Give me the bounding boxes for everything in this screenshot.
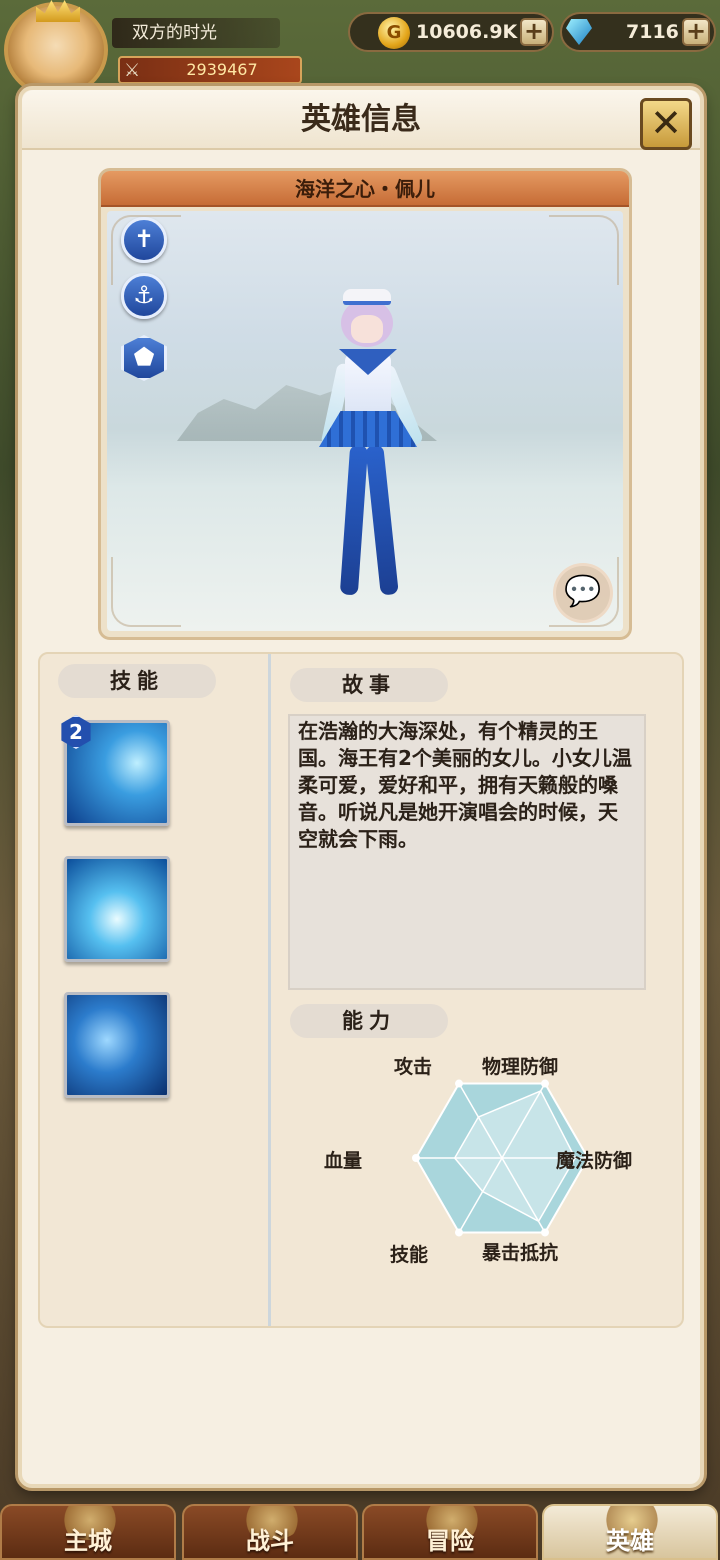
radar-label-crit-resist: 暴击抵抗: [482, 1242, 559, 1264]
radar-vertex-dot: [412, 1154, 420, 1162]
hero-scene[interactable]: ✝ ⚓ ⬟ 💬: [107, 211, 623, 631]
add-gold-button[interactable]: +: [520, 18, 548, 46]
add-gems-button[interactable]: +: [682, 18, 710, 46]
nav-label: 战斗: [246, 1527, 294, 1555]
crown-icon: [36, 0, 80, 22]
nav-label: 主城: [64, 1527, 112, 1555]
power-display: ⚔ 2939467: [118, 56, 302, 84]
hero-leg: [339, 444, 369, 596]
nav-main-city[interactable]: 主城: [0, 1504, 176, 1560]
radar-vertex-dot: [455, 1079, 463, 1088]
bottom-navigation: 主城 战斗 冒险 英雄: [0, 1494, 720, 1560]
gold-value: 10606.9K: [416, 21, 518, 43]
gem-value: 7116: [626, 21, 679, 43]
hero-character-model[interactable]: [307, 271, 427, 621]
nav-battle[interactable]: 战斗: [182, 1504, 358, 1560]
radar-label-hp: 血量: [324, 1150, 363, 1172]
hero-leg: [365, 444, 399, 596]
nav-adventure[interactable]: 冒险: [362, 1504, 538, 1560]
sailor-hat: [343, 289, 391, 305]
nav-label: 英雄: [606, 1527, 654, 1555]
power-value: 2939467: [186, 60, 258, 79]
cross-icon[interactable]: ✝: [121, 217, 167, 263]
hero-showcase: 海洋之心・佩儿 ✝ ⚓ ⬟ 💬: [98, 168, 632, 640]
chat-bubble-icon[interactable]: 💬: [553, 563, 613, 623]
skill-slot-2[interactable]: [64, 856, 170, 962]
panel-title: 英雄信息: [22, 90, 700, 150]
hero-face: [351, 315, 383, 343]
radar-vertex-dot: [455, 1228, 463, 1237]
radar-label-skill: 技能: [390, 1244, 429, 1266]
crossed-swords-icon: ⚔: [124, 60, 141, 81]
column-divider: [268, 654, 271, 1326]
nav-hero[interactable]: 英雄: [542, 1504, 718, 1560]
frame-corner-ornament: [111, 557, 181, 627]
skill-slot-3[interactable]: [64, 992, 170, 1098]
skill-slot-1[interactable]: 2: [61, 715, 170, 826]
story-header: 故事: [290, 668, 448, 702]
player-name: 双方的时光: [112, 18, 280, 48]
skill-level-badge: 2: [61, 715, 91, 749]
player-avatar[interactable]: [4, 0, 108, 98]
hero-info-panel: 英雄信息 ✕ 海洋之心・佩儿 ✝ ⚓ ⬟ 💬 技能 2 故事 在浩瀚的大海深处，…: [18, 86, 704, 1488]
radar-vertex-dot: [541, 1079, 549, 1088]
ability-header: 能力: [290, 1004, 448, 1038]
ability-radar-chart: 攻击 物理防御 魔法防御 暴击抵抗 技能 血量: [324, 1056, 670, 1292]
radar-label-phys-def: 物理防御: [482, 1056, 559, 1078]
gem-counter: 7116 +: [560, 12, 716, 52]
top-bar: 双方的时光 ⚔ 2939467 G 10606.9K + 7116 +: [0, 0, 720, 98]
close-button[interactable]: ✕: [640, 98, 692, 150]
radar-label-magic-def: 魔法防御: [556, 1150, 633, 1172]
story-text: 在浩瀚的大海深处，有个精灵的王国。海王有2个美丽的女儿。小女儿温柔可爱，爱好和平…: [288, 714, 646, 990]
boot-icon[interactable]: ⬟: [121, 335, 167, 381]
radar-vertex-dot: [541, 1228, 549, 1237]
hero-name: 海洋之心・佩儿: [101, 171, 629, 207]
frame-corner-ornament: [549, 215, 619, 285]
gold-counter: G 10606.9K +: [348, 12, 554, 52]
nav-label: 冒险: [426, 1527, 474, 1555]
diamond-icon: [564, 17, 594, 49]
radar-label-attack: 攻击: [394, 1056, 433, 1078]
anchor-icon[interactable]: ⚓: [121, 273, 167, 319]
skills-header: 技能: [58, 664, 216, 698]
hero-detail-section: 技能 2 故事 在浩瀚的大海深处，有个精灵的王国。海王有2个美丽的女儿。小女儿温…: [38, 652, 684, 1328]
gold-coin-icon: G: [378, 17, 410, 49]
